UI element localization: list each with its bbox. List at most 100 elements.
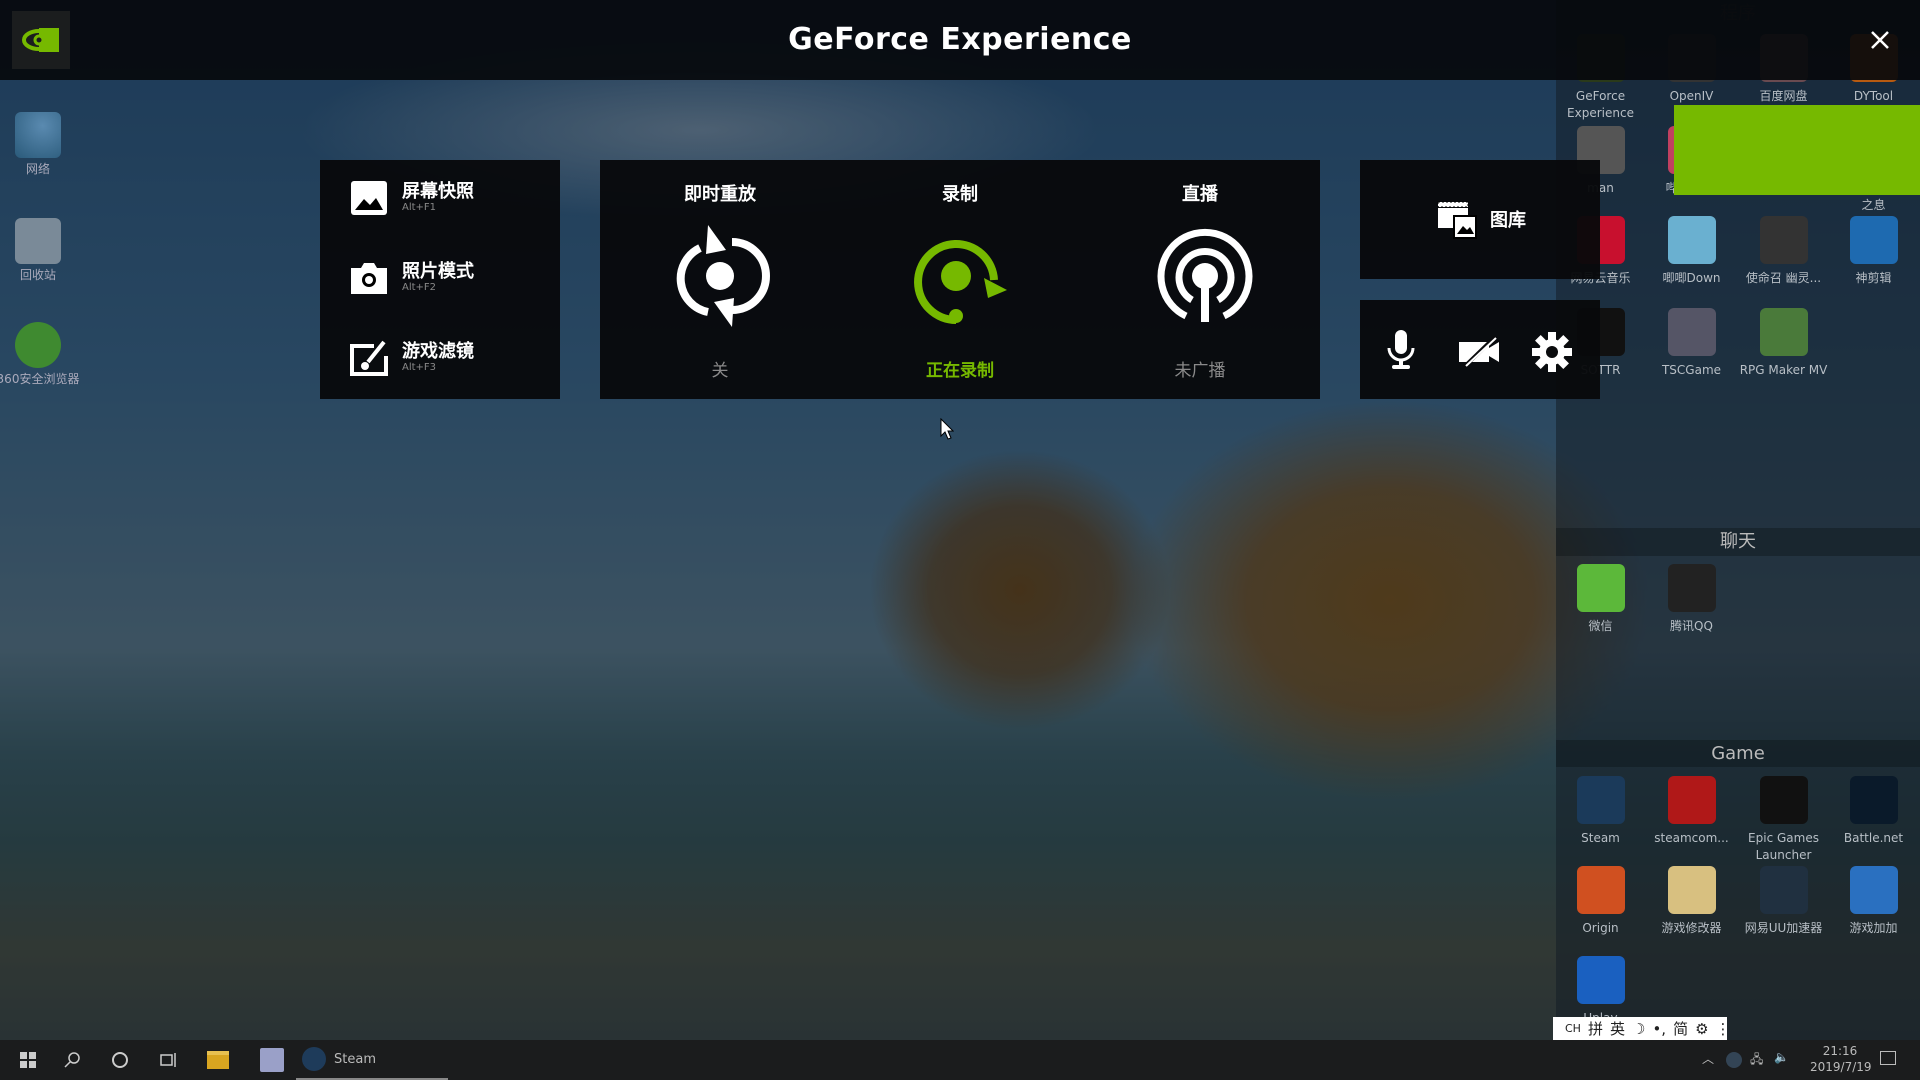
app-icon (1667, 776, 1716, 824)
app-shortcut[interactable]: 神剪辑 (1828, 216, 1919, 287)
app-icon (1759, 216, 1808, 264)
app-shortcut[interactable]: 唧唧Down (1646, 216, 1737, 287)
app-shortcut[interactable]: 网易UU加速器 (1738, 866, 1829, 937)
app-shortcut[interactable]: RPG Maker MV (1738, 308, 1829, 379)
mode-status: 未广播 (1174, 361, 1226, 381)
ime-item[interactable]: CH (1565, 1022, 1581, 1035)
gallery-label: 图库 (1490, 210, 1526, 231)
image-icon (351, 181, 387, 215)
app-shortcut[interactable]: Steam (1555, 776, 1646, 847)
app-label: 微信 (1588, 619, 1613, 633)
item-shortcut: Alt+F3 (402, 362, 437, 373)
app-label: 网易UU加速器 (1744, 921, 1823, 935)
file-explorer-button[interactable] (198, 1040, 238, 1080)
app-shortcut[interactable]: 使命召 幽灵... (1738, 216, 1829, 287)
search-button[interactable] (52, 1040, 92, 1080)
steam-label: Steam (334, 1051, 376, 1067)
start-button[interactable] (8, 1040, 48, 1080)
item-label: 屏幕快照 (402, 181, 474, 202)
ime-item[interactable]: 英 (1610, 1018, 1625, 1039)
cortana-icon (112, 1052, 128, 1068)
app-shortcut[interactable]: Origin (1555, 866, 1646, 937)
instant-replay-button[interactable]: 即时重放 关 (600, 160, 840, 399)
app-label: Epic Games Launcher (1748, 831, 1819, 862)
taskbar-app-button[interactable] (252, 1040, 292, 1080)
app-shortcut[interactable]: 腾讯QQ (1646, 564, 1737, 635)
app-label: TSCGame (1661, 363, 1722, 377)
broadcast-icon (1157, 228, 1253, 322)
app-label: 神剪辑 (1855, 271, 1892, 285)
chat-header: 聊天 (1556, 528, 1920, 556)
windows-icon (20, 1052, 36, 1068)
app-icon (1849, 866, 1898, 914)
app-title: GeForce Experience (788, 22, 1132, 57)
app-label: 百度网盘 (1759, 89, 1808, 103)
taskbar-steam-button[interactable]: Steam (296, 1040, 448, 1080)
date: 2019/7/19 (1810, 1060, 1872, 1074)
settings-gear-icon[interactable] (1532, 332, 1572, 372)
app-shortcut[interactable]: 游戏修改器 (1646, 866, 1737, 937)
app-shortcut[interactable]: 游戏加加 (1828, 866, 1919, 937)
volume-icon[interactable]: 🔈 (1774, 1050, 1789, 1064)
app-label: DYTool (1853, 89, 1894, 103)
network-icon (15, 112, 61, 158)
folder-icon (207, 1051, 229, 1069)
record-icon (914, 240, 1007, 324)
game-header: Game (1556, 740, 1920, 767)
mode-label: 直播 (1182, 184, 1218, 205)
app-icon (1759, 776, 1808, 824)
app-label: Battle.net (1843, 831, 1904, 845)
ime-item[interactable]: •, (1652, 1020, 1666, 1038)
task-view-button[interactable] (148, 1040, 188, 1080)
app-label: 唧唧Down (1662, 271, 1721, 285)
green-block (1674, 105, 1920, 195)
desktop-icon-360-browser[interactable]: 360安全浏览器 (0, 322, 83, 387)
app-icon (260, 1048, 284, 1072)
clock[interactable]: 21:16 2019/7/19 (1810, 1043, 1872, 1075)
broadcast-button[interactable]: 直播 未广播 (1080, 160, 1320, 399)
ime-item[interactable]: 拼 (1588, 1018, 1603, 1039)
time: 21:16 (1822, 1044, 1858, 1058)
photo-mode-button[interactable]: 照片模式 Alt+F2 (350, 260, 474, 296)
screenshot-button[interactable]: 屏幕快照 Alt+F1 (350, 180, 474, 216)
ime-item[interactable]: ⚙ (1695, 1020, 1708, 1038)
app-icon (1576, 564, 1625, 612)
desktop-icon-recycle-bin[interactable]: 回收站 (0, 218, 83, 283)
tray-chevron-icon[interactable]: ︿ (1702, 1050, 1714, 1067)
close-button[interactable] (1866, 26, 1894, 54)
app-shortcut[interactable]: steamcom... (1646, 776, 1737, 847)
app-label: Origin (1582, 921, 1619, 935)
title-bar: GeForce Experience (0, 0, 1920, 80)
instant-replay-icon (676, 225, 770, 327)
app-shortcut[interactable]: TSCGame (1646, 308, 1737, 379)
app-shortcut[interactable]: Battle.net (1828, 776, 1919, 847)
ime-toolbar[interactable]: CH 拼英 ☽ •, 简 ⚙ ⋮ (1553, 1017, 1731, 1040)
network-tray-icon[interactable]: 🖧 (1750, 1050, 1763, 1071)
filter-brush-icon (350, 340, 388, 376)
notification-icon[interactable] (1880, 1051, 1896, 1065)
microphone-icon[interactable] (1386, 330, 1416, 372)
desktop-label: 网络 (25, 162, 50, 176)
tray-steam-icon[interactable] (1726, 1052, 1742, 1068)
desktop-icon-network[interactable]: 网络 (0, 112, 83, 177)
ime-item[interactable]: 简 (1673, 1018, 1688, 1039)
app-shortcut[interactable]: Epic Games Launcher (1738, 776, 1829, 864)
ime-item[interactable]: ⋮ (1716, 1020, 1731, 1038)
desktop-label: 回收站 (19, 268, 56, 282)
search-icon (64, 1052, 80, 1068)
modes-panel: 即时重放 关 录制 正在录制 直播 未广播 (600, 160, 1320, 399)
ime-item[interactable]: ☽ (1632, 1020, 1645, 1038)
task-view-icon (160, 1053, 176, 1067)
app-label: OpenIV (1669, 89, 1714, 103)
app-label: 使命召 幽灵... (1745, 271, 1822, 285)
desktop-label: 360安全浏览器 (0, 372, 80, 386)
record-button[interactable]: 录制 正在录制 (840, 160, 1080, 399)
item-label: 游戏滤镜 (402, 341, 474, 362)
camera-off-icon[interactable] (1458, 336, 1500, 368)
browser-icon (15, 322, 61, 368)
game-filter-button[interactable]: 游戏滤镜 Alt+F3 (350, 340, 474, 376)
app-shortcut[interactable]: 微信 (1555, 564, 1646, 635)
cortana-button[interactable] (100, 1040, 140, 1080)
gallery-button[interactable]: 图库 (1360, 160, 1600, 279)
app-icon (1849, 216, 1898, 264)
